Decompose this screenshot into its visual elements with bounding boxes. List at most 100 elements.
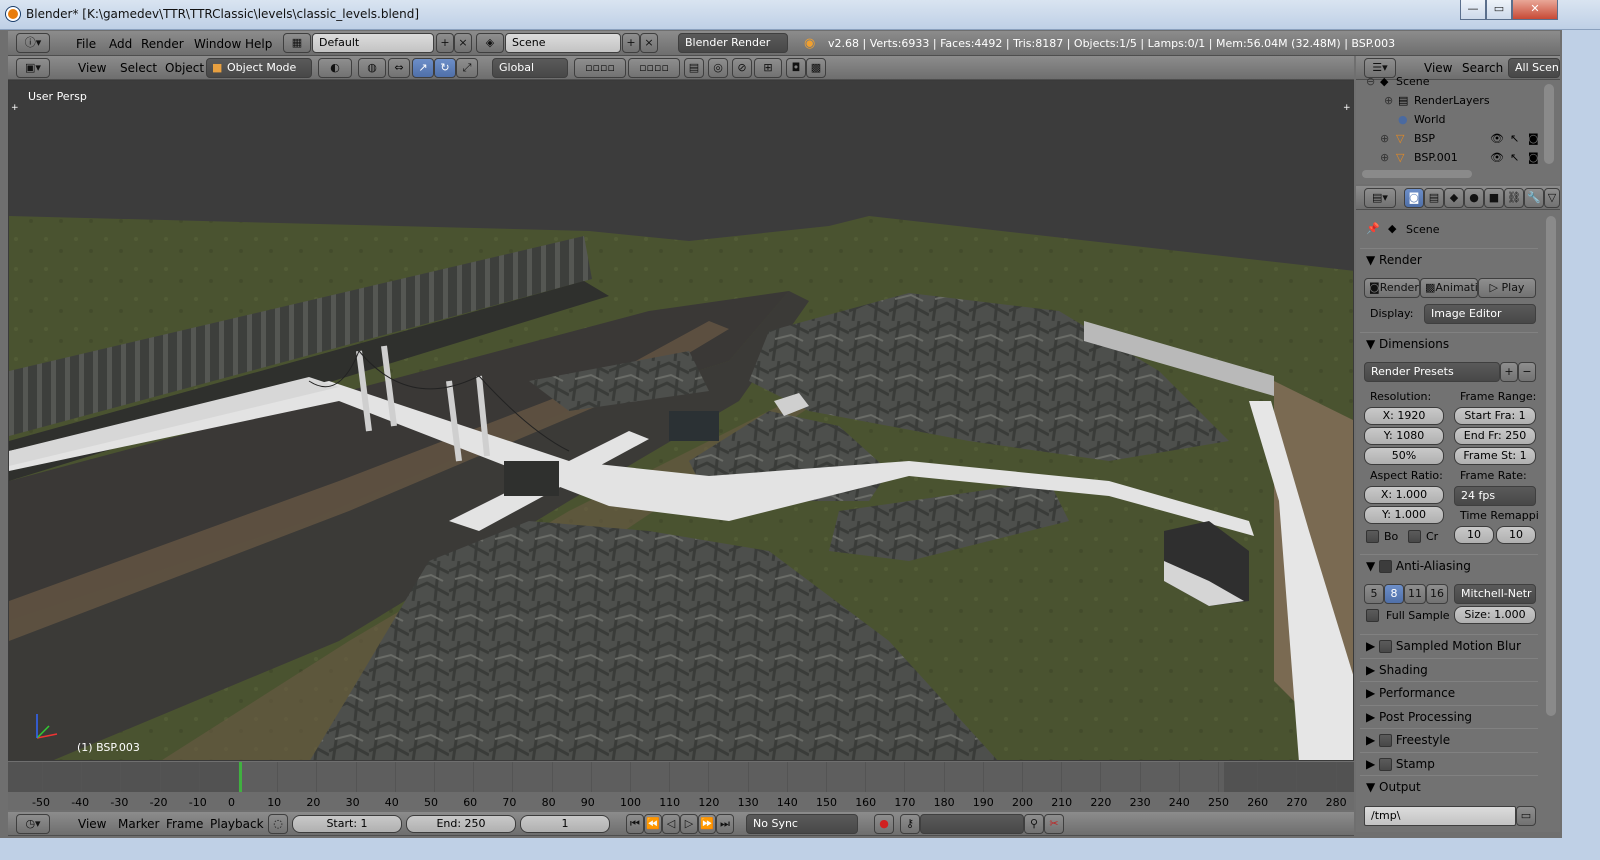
renderable-camera-icon[interactable]: ◙ [1528,151,1539,164]
delete-keyframe-icon[interactable]: ✂ [1044,814,1064,834]
scene-layers-2-icon[interactable]: ▫▫▫▫ [628,58,680,78]
jump-to-end-icon[interactable]: ⏭ [716,814,734,834]
menu-object[interactable]: Object [165,61,204,75]
snap-toggle-icon[interactable]: ⊘ [732,58,752,78]
display-select[interactable]: Image Editor [1424,304,1536,324]
scene-selector-icon[interactable]: ◈ [476,33,504,53]
menu-window[interactable]: Window [194,37,241,51]
viewport-shading-icon[interactable]: ◐ [318,58,352,78]
panel-performance[interactable]: ▶ Performance [1360,681,1538,703]
aa-samples-8[interactable]: 8 [1384,584,1404,604]
modifiers-context-icon[interactable]: 🔧 [1524,188,1544,208]
render-engine-select[interactable]: Blender Render [678,33,788,53]
start-frame-field[interactable]: Start: 1 [292,815,402,833]
minimize-button[interactable]: — [1460,0,1486,20]
render-context-icon[interactable]: ◙ [1404,188,1424,208]
current-frame-field[interactable]: 1 [520,815,610,833]
play-reverse-icon[interactable]: ◁ [662,814,680,834]
preview-range-icon[interactable]: ◌ [268,814,288,834]
maximize-button[interactable]: ▭ [1486,0,1512,20]
screen-layout-icon[interactable]: ▦ [283,33,311,53]
outliner-menu-view[interactable]: View [1424,61,1452,75]
menu-add[interactable]: Add [109,37,132,51]
keying-set-icon[interactable]: ⚷ [900,814,920,834]
aa-samples-5[interactable]: 5 [1364,584,1384,604]
timeline-editor[interactable]: -50 -40 -30 -20 -10 0 10 20 30 40 50 60 70 80 90 100 110… [8,762,1354,810]
menu-render[interactable]: Render [141,37,184,51]
menu-view[interactable]: View [78,61,106,75]
outliner-scrollbar[interactable] [1544,84,1554,164]
outliner-hscrollbar[interactable] [1362,170,1472,178]
time-remap-new-field[interactable]: 10 [1496,526,1536,544]
frame-start-field[interactable]: Start Fra: 1 [1454,407,1536,425]
stamp-checkbox[interactable] [1379,758,1393,771]
translate-manipulator-icon[interactable]: ↗ [412,58,434,78]
editor-type-properties-button[interactable]: ▤▾ [1364,188,1396,208]
layer-lock-icon[interactable]: ▤ [684,58,704,78]
editor-type-timeline-button[interactable]: ◷▾ [16,814,50,834]
toolshelf-expand-icon[interactable]: + [11,103,19,113]
panel-render-header[interactable]: ▼ Render [1360,248,1538,270]
frame-step-field[interactable]: Frame St: 1 [1454,447,1536,465]
rotate-manipulator-icon[interactable]: ↻ [434,58,456,78]
jump-keyframe-back-icon[interactable]: ⏪ [644,814,662,834]
render-opengl-icon[interactable]: ◘ [786,58,806,78]
aspect-y-field[interactable]: Y: 1.000 [1364,506,1444,524]
object-context-icon[interactable]: ■ [1484,188,1504,208]
3d-viewport[interactable]: User Persp (1) BSP.003 + + [8,80,1354,761]
panel-dimensions-header[interactable]: ▼ Dimensions [1360,332,1538,354]
resolution-x-field[interactable]: X: 1920 [1364,407,1444,425]
aa-samples-11[interactable]: 11 [1404,584,1426,604]
freestyle-checkbox[interactable] [1379,734,1393,747]
file-browser-icon[interactable]: ▭ [1516,806,1536,826]
proportional-edit-icon[interactable]: ◎ [708,58,728,78]
motion-blur-checkbox[interactable] [1379,640,1393,653]
crop-checkbox[interactable] [1408,530,1421,543]
scene-layers-icon[interactable]: ▫▫▫▫ [574,58,626,78]
properties-region-expand-icon[interactable]: + [1343,103,1351,113]
timeline-menu-view[interactable]: View [78,817,106,831]
manipulator-toggle-icon[interactable]: ⇔ [388,58,410,78]
pin-icon[interactable]: 📌 [1366,222,1380,235]
aa-filter-size-field[interactable]: Size: 1.000 [1454,606,1536,624]
snap-element-icon[interactable]: ⊞ [754,58,782,78]
timeline-menu-marker[interactable]: Marker [118,817,159,831]
timeline-menu-frame[interactable]: Frame [166,817,203,831]
menu-file[interactable]: File [76,37,96,51]
transform-orientation-select[interactable]: Global [492,58,568,78]
visibility-eye-icon[interactable]: 👁 [1490,151,1504,164]
render-animation-button[interactable]: ▩Animati [1420,278,1478,298]
menu-select[interactable]: Select [120,61,157,75]
frame-end-field[interactable]: End Fr: 250 [1454,427,1536,445]
timeline-menu-playback[interactable]: Playback [210,817,264,831]
jump-to-start-icon[interactable]: ⏮ [626,814,644,834]
menu-help[interactable]: Help [245,37,272,51]
scene-field[interactable]: Scene [505,33,621,53]
auto-keyframe-record-icon[interactable]: ● [874,814,894,834]
renderable-camera-icon[interactable]: ◙ [1528,132,1539,145]
panel-post-processing[interactable]: ▶ Post Processing [1360,705,1538,727]
pivot-point-icon[interactable]: ◍ [358,58,386,78]
visibility-eye-icon[interactable]: 👁 [1490,132,1504,145]
antialiasing-checkbox[interactable] [1379,560,1393,573]
panel-shading[interactable]: ▶ Shading [1360,658,1538,680]
current-frame-marker[interactable] [239,762,242,792]
selectable-cursor-icon[interactable]: ↖ [1510,151,1519,164]
screen-layout-field[interactable]: Default [312,33,434,53]
remove-layout-icon[interactable]: × [454,33,472,53]
outliner-row-bsp[interactable]: ⊕ ▽ BSP 👁 ↖ ◙ [1356,132,1546,151]
remove-preset-icon[interactable]: − [1518,362,1536,382]
play-animation-button[interactable]: ▷ Play [1478,278,1536,298]
resolution-percent-field[interactable]: 50% [1364,447,1444,465]
outliner-row-world[interactable]: ● World [1356,113,1546,132]
play-icon[interactable]: ▷ [680,814,698,834]
remove-scene-icon[interactable]: × [640,33,658,53]
close-window-button[interactable]: ✕ [1512,0,1558,20]
output-path-field[interactable]: /tmp\ [1364,806,1516,826]
keying-set-select[interactable] [920,814,1024,834]
outliner-row-scene[interactable]: ⊖ ◆ Scene [1356,75,1546,94]
scene-context-icon[interactable]: ◆ [1444,188,1464,208]
aa-filter-select[interactable]: Mitchell-Netr [1454,584,1536,604]
panel-freestyle[interactable]: ▶ Freestyle [1360,728,1538,750]
add-layout-icon[interactable]: + [436,33,454,53]
